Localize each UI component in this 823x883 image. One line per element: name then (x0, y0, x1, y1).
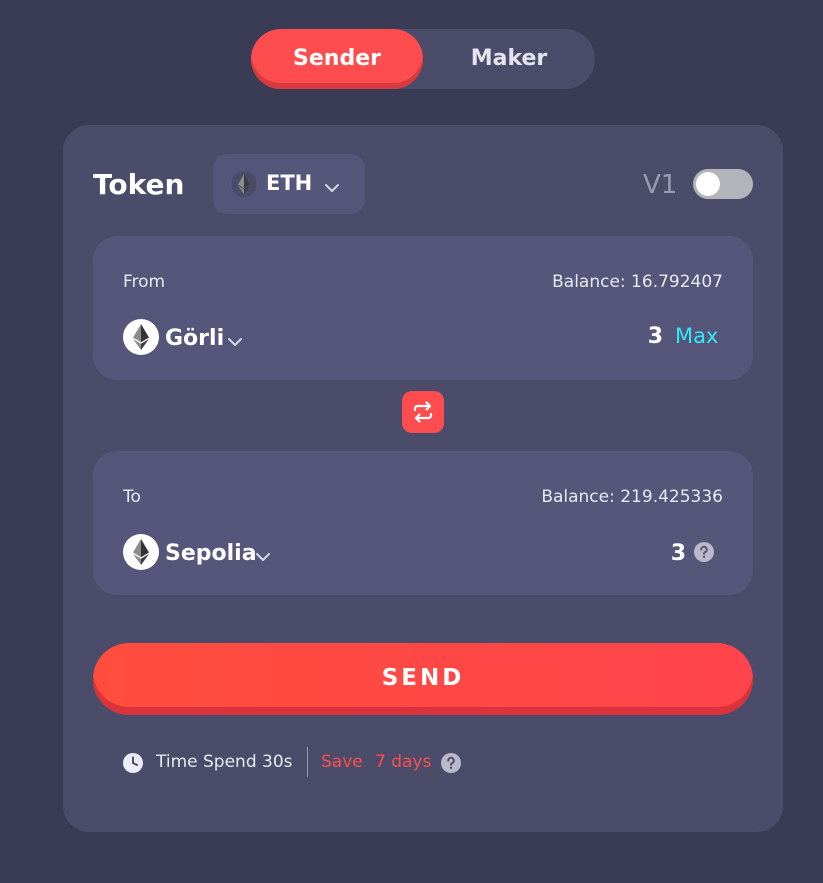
tab-sender[interactable]: Sender (251, 29, 423, 89)
to-balance: Balance: 219.425336 (541, 487, 723, 507)
chevron-down-icon (227, 332, 243, 351)
send-button-label: SEND (381, 665, 465, 691)
swap-icon (413, 401, 433, 423)
time-spend-text: Time Spend 30s (156, 752, 293, 772)
help-icon[interactable] (694, 542, 714, 566)
version-label: V1 (643, 170, 678, 200)
chevron-down-icon (324, 178, 340, 197)
from-balance: Balance: 16.792407 (552, 272, 723, 292)
ethereum-icon (123, 534, 159, 574)
version-toggle[interactable] (693, 169, 753, 199)
chevron-down-icon (255, 547, 271, 566)
help-icon[interactable] (441, 753, 461, 777)
toggle-knob (696, 172, 720, 196)
from-panel: From Balance: 16.792407 Görli Max (93, 236, 753, 380)
token-label: Token (93, 168, 185, 201)
to-chain-select[interactable]: Sepolia (123, 534, 278, 571)
swap-direction-button[interactable] (402, 391, 444, 433)
to-chain-name: Sepolia (165, 541, 257, 566)
footer-divider (307, 747, 308, 777)
mode-switch: Sender Maker (251, 29, 595, 89)
save-label: Save (321, 752, 363, 772)
ethereum-icon (123, 319, 159, 359)
from-chain-select[interactable]: Görli (123, 319, 248, 356)
to-label: To (123, 487, 141, 507)
to-amount: 3 (670, 541, 686, 566)
to-panel: To Balance: 219.425336 Sepolia 3 (93, 451, 753, 595)
footer-info: Time Spend 30s Save 7 days (123, 745, 723, 781)
token-select[interactable]: ETH (213, 154, 365, 214)
tab-maker[interactable]: Maker (423, 29, 595, 89)
ethereum-icon (231, 171, 257, 201)
send-button[interactable]: SEND (93, 643, 753, 715)
save-days: 7 days (375, 752, 432, 772)
from-label: From (123, 272, 166, 292)
max-button[interactable]: Max (675, 324, 718, 348)
clock-icon (123, 753, 143, 777)
transfer-card: Token ETH V1 From Balance: 16.792407 Gör… (63, 125, 783, 832)
from-chain-name: Görli (165, 326, 225, 351)
token-name: ETH (266, 171, 313, 195)
from-amount-input[interactable] (583, 324, 663, 349)
